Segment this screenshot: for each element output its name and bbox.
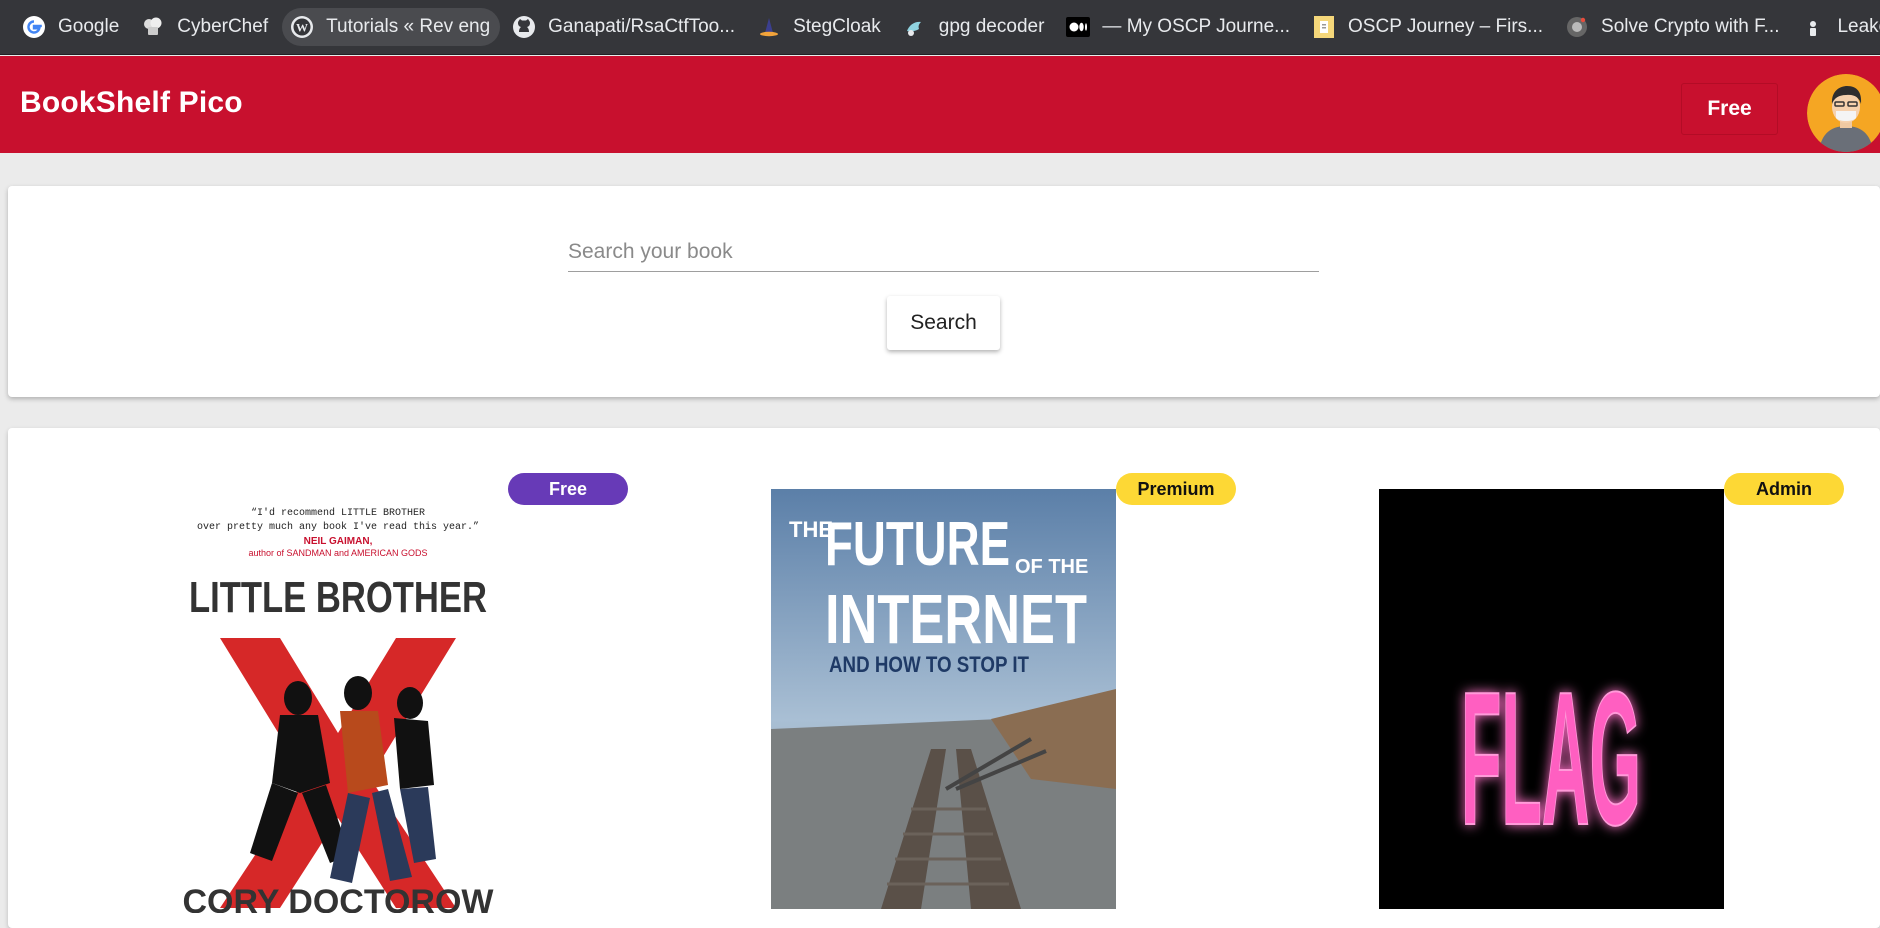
svg-text:W: W (296, 21, 308, 35)
bookmark-stegcloak[interactable]: StegCloak (749, 8, 891, 46)
bookmark-label: Ganapati/RsaCtfToo... (548, 16, 736, 37)
gpg-icon (903, 15, 927, 39)
bookmark-leaked[interactable]: Leaked (1793, 8, 1880, 46)
cover-subtitle: AND HOW TO STOP IT (829, 652, 1029, 677)
bookmark-label: — My OSCP Journe... (1102, 16, 1291, 37)
cover-title: FLAG (1461, 653, 1641, 865)
badge-premium: Premium (1116, 473, 1236, 505)
user-avatar-icon (1807, 74, 1880, 152)
cover-quote-line1: “I'd recommend LITTLE BROTHER (251, 507, 425, 519)
cover-title-internet: INTERNET (825, 580, 1087, 658)
bookmark-label: Tutorials « Rev eng (326, 16, 491, 37)
medium-icon (1066, 15, 1091, 39)
book-cover-future-of-the-internet[interactable]: THE FUTURE OF THE INTERNET AND HOW TO ST… (771, 489, 1116, 909)
search-input[interactable] (568, 232, 1319, 272)
bookmark-oscp-journey-first[interactable]: OSCP Journey – Firs... (1304, 8, 1553, 46)
leaked-icon (1801, 15, 1825, 39)
search-button[interactable]: Search (887, 296, 1000, 350)
crypto-icon (1565, 15, 1589, 39)
app-header: BookShelf Pico (0, 56, 1880, 153)
cover-title: LITTLE BROTHER (189, 573, 487, 622)
bookmark-my-oscp-journey[interactable]: — My OSCP Journe... (1058, 8, 1300, 46)
bookmark-label: Google (58, 16, 120, 37)
avatar[interactable] (1807, 74, 1880, 152)
bookmark-ganapati-rsactftool[interactable]: Ganapati/RsaCtfToo... (504, 8, 745, 46)
bookmark-gpg-decoder[interactable]: gpg decoder (895, 8, 1055, 46)
bookmarks-bar: Google CyberChef W Tutorials « Rev eng G… (0, 0, 1880, 55)
chef-hat-icon (141, 15, 165, 39)
cover-quote-author: NEIL GAIMAN, (304, 536, 373, 547)
cover-quote-credit: author of SANDMAN and AMERICAN GODS (248, 548, 427, 558)
cover-title-future: FUTURE (825, 510, 1010, 579)
bookmark-label: StegCloak (793, 16, 881, 37)
bookmark-label: OSCP Journey – Firs... (1348, 16, 1544, 37)
search-card (8, 186, 1880, 397)
doc-icon (1312, 15, 1336, 39)
bookmark-label: Leaked (1837, 16, 1880, 37)
bookmark-google[interactable]: Google (14, 8, 129, 46)
cover-quote-line2: over pretty much any book I've read this… (197, 521, 479, 533)
bookmark-label: gpg decoder (938, 16, 1045, 37)
cover-title-of-the: OF THE (1015, 556, 1088, 578)
badge-free: Free (508, 473, 628, 505)
badge-admin: Admin (1724, 473, 1844, 505)
bookmark-tutorials-rev-eng[interactable]: W Tutorials « Rev eng (282, 8, 501, 46)
wordpress-icon: W (290, 15, 314, 39)
brand-title[interactable]: BookShelf Pico (20, 86, 243, 120)
plan-button[interactable]: Free (1681, 83, 1778, 135)
bookmark-label: Solve Crypto with F... (1601, 16, 1780, 37)
bookmark-label: CyberChef (177, 16, 269, 37)
bookmark-solve-crypto[interactable]: Solve Crypto with F... (1557, 8, 1789, 46)
google-icon (22, 15, 46, 39)
github-icon (512, 15, 536, 39)
book-cover-little-brother[interactable]: “I'd recommend LITTLE BROTHER over prett… (180, 493, 496, 913)
book-cover-flag[interactable]: FLAG (1379, 489, 1724, 909)
stegcloak-icon (757, 15, 781, 39)
bookmark-cyberchef[interactable]: CyberChef (133, 8, 278, 46)
